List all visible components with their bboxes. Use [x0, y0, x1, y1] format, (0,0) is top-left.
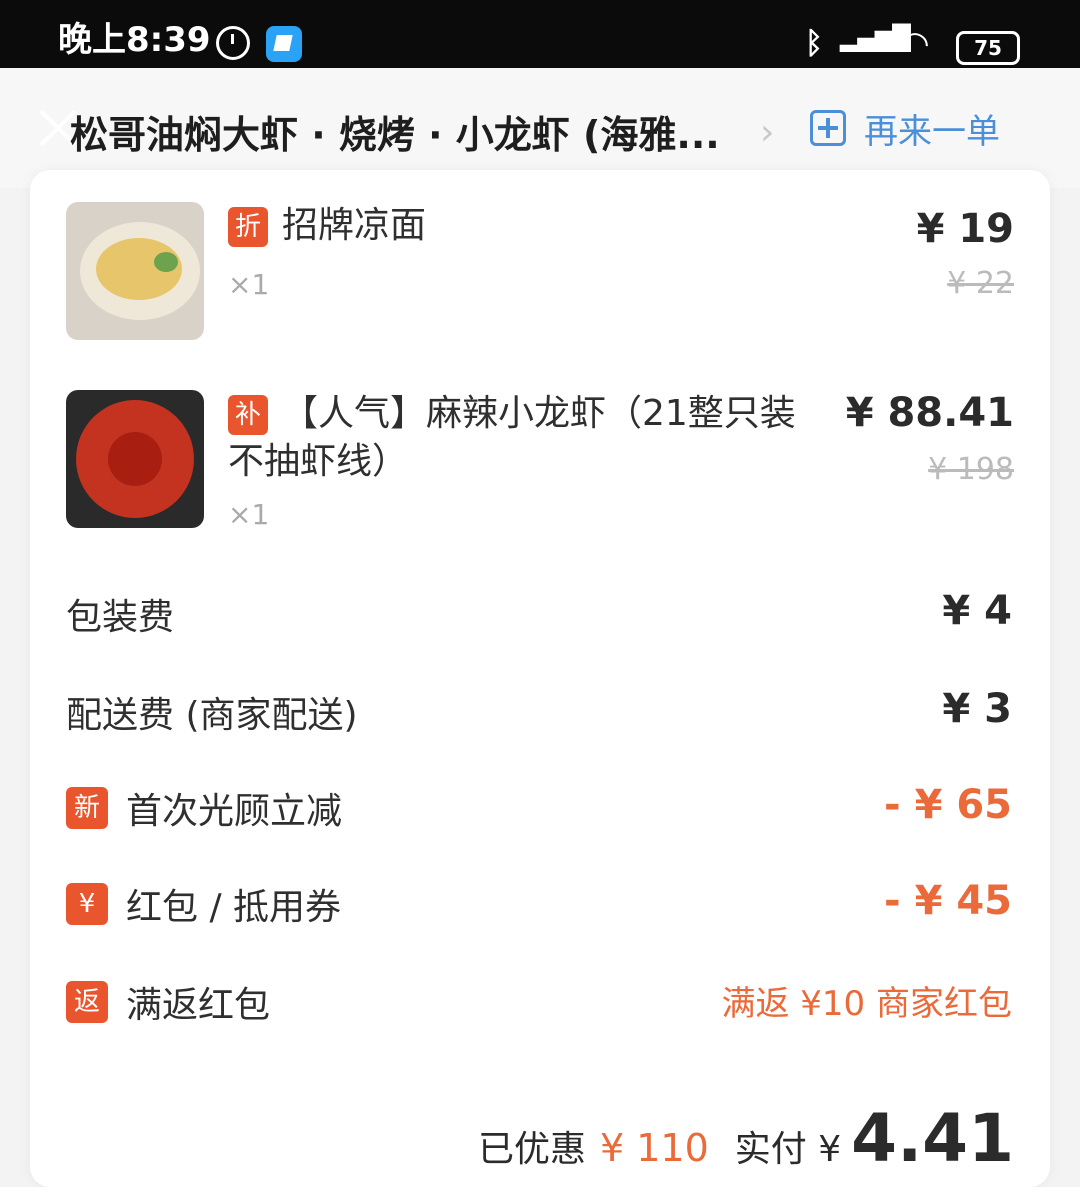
- discount-value: - ¥ 45: [884, 878, 1012, 924]
- order-summary: 已优惠 ¥ 110 实付 ¥ 4.41: [478, 1100, 1014, 1177]
- new-tag: 新: [66, 787, 108, 829]
- fee-label: 包装费: [66, 597, 175, 638]
- discount-label: 首次光顾立减: [126, 791, 343, 832]
- item-name-row: 补【人气】麻辣小龙虾（21整只装不抽虾线）: [228, 390, 808, 486]
- discount-row-cashback[interactable]: 返 满返红包 满返 ¥10 商家红包: [66, 976, 1012, 1026]
- item-name: 【人气】麻辣小龙虾（21整只装不抽虾线）: [228, 393, 796, 482]
- discount-value: - ¥ 65: [884, 782, 1012, 828]
- order-detail-card: 折招牌凉面 ×1 ¥ 19 ¥ 22 补【人气】麻辣小龙虾（21整只装不抽虾线）…: [30, 170, 1050, 1187]
- item-name-row: 折招牌凉面: [228, 202, 426, 250]
- cashback-tag: 返: [66, 981, 108, 1023]
- alarm-icon: [216, 26, 250, 60]
- item-price: ¥ 88.41: [845, 390, 1014, 436]
- reorder-label: 再来一单: [864, 111, 1000, 152]
- discount-label: 红包 / 抵用券: [126, 887, 342, 928]
- paid-total: 4.41: [851, 1100, 1014, 1177]
- status-bar: 晚上8:39 ᛒ ▂▄▆█ ◠ 75: [0, 0, 1080, 68]
- fee-row-delivery: 配送费 (商家配送) ¥ 3: [66, 686, 1012, 736]
- fee-value: ¥ 3: [942, 686, 1012, 732]
- item-original-price: ¥ 198: [928, 452, 1014, 487]
- fee-value: ¥ 4: [942, 588, 1012, 634]
- plus-square-icon: [810, 110, 846, 146]
- saved-label: 已优惠: [477, 1129, 586, 1170]
- paid-label: 实付 ¥: [734, 1129, 842, 1170]
- app-icon: [266, 26, 302, 62]
- item-quantity: ×1: [228, 268, 270, 301]
- order-item[interactable]: 补【人气】麻辣小龙虾（21整只装不抽虾线） ×1 ¥ 88.41 ¥ 198: [66, 390, 1014, 531]
- item-quantity: ×1: [228, 498, 270, 531]
- bluetooth-icon: ᛒ: [805, 26, 823, 61]
- fee-row-packaging: 包装费 ¥ 4: [66, 588, 1012, 638]
- item-image: [66, 390, 204, 528]
- item-price: ¥ 19: [916, 206, 1014, 252]
- discount-row-coupon[interactable]: ¥ 红包 / 抵用券 - ¥ 45: [66, 878, 1012, 928]
- fee-label: 配送费 (商家配送): [66, 695, 358, 736]
- item-image: [66, 202, 204, 340]
- subsidy-tag: 补: [228, 395, 268, 435]
- shop-title[interactable]: 松哥油焖大虾 · 烧烤 · 小龙虾 (海雅...: [70, 104, 750, 159]
- discount-label: 满返红包: [126, 985, 271, 1026]
- item-original-price: ¥ 22: [947, 266, 1014, 301]
- item-name: 招牌凉面: [282, 205, 427, 246]
- discount-row-new-customer: 新 首次光顾立减 - ¥ 65: [66, 782, 1012, 832]
- discount-label-group: 新 首次光顾立减: [66, 782, 342, 834]
- status-time: 晚上8:39: [58, 20, 211, 60]
- battery-icon: 75: [956, 31, 1020, 65]
- coupon-tag: ¥: [66, 883, 108, 925]
- cashback-value: 满返 ¥10 商家红包: [721, 984, 1012, 1024]
- battery-level: 75: [974, 36, 1002, 60]
- order-item[interactable]: 折招牌凉面 ×1 ¥ 19 ¥ 22: [66, 202, 1014, 342]
- wifi-icon: ◠: [900, 24, 930, 64]
- saved-value: ¥ 110: [600, 1126, 709, 1170]
- discount-label-group: 返 满返红包: [66, 976, 270, 1028]
- chevron-right-icon[interactable]: ›: [760, 112, 774, 153]
- reorder-button[interactable]: 再来一单: [810, 104, 1000, 152]
- discount-tag: 折: [228, 207, 268, 247]
- discount-label-group: ¥ 红包 / 抵用券: [66, 878, 341, 930]
